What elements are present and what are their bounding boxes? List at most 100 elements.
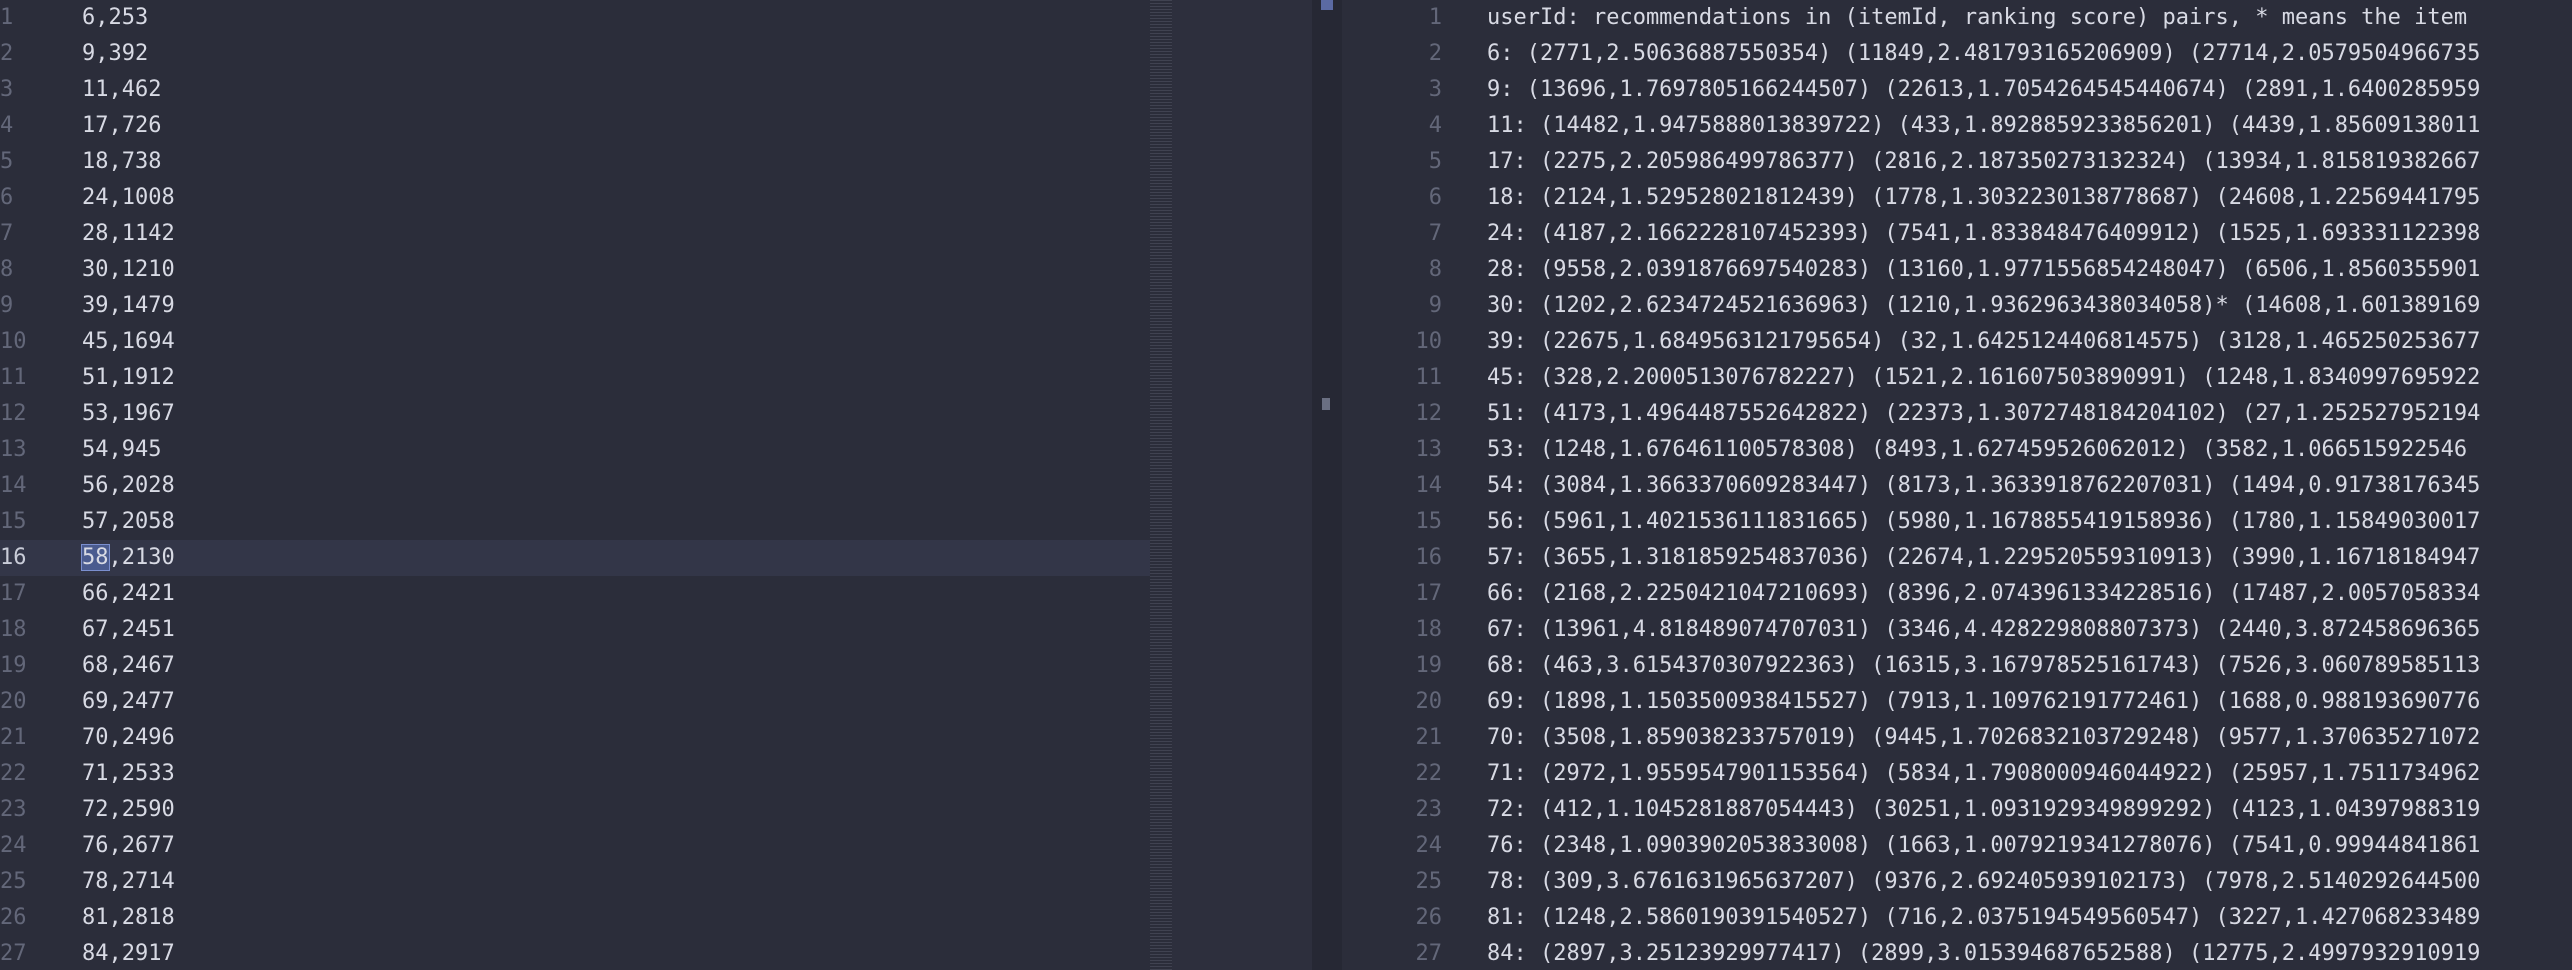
editor-line[interactable]: 27 84: (2897,3.25123929977417) (2899,3.01… xyxy=(1342,936,2572,970)
left-minimap-track[interactable] xyxy=(1172,0,1312,970)
editor-line[interactable]: 10 45,1694 xyxy=(0,324,1312,360)
line-text[interactable]: 84,2917 xyxy=(82,936,175,970)
line-text[interactable]: 78: (309,3.6761631965637207) (9376,2.692… xyxy=(1487,864,2480,900)
editor-line[interactable]: 15 56: (5961,1.4021536111831665) (5980,1.… xyxy=(1342,504,2572,540)
editor-line[interactable]: 2 6: (2771,2.50636887550354) (11849,2.481… xyxy=(1342,36,2572,72)
line-text[interactable]: 66,2421 xyxy=(82,576,175,612)
line-text[interactable]: 69,2477 xyxy=(82,684,175,720)
line-text[interactable]: 56,2028 xyxy=(82,468,175,504)
editor-line[interactable]: 5 17: (2275,2.205986499786377) (2816,2.18… xyxy=(1342,144,2572,180)
right-editor-lines[interactable]: 1 userId: recommendations in (itemId, ran… xyxy=(1342,0,2572,970)
editor-line[interactable]: 26 81,2818 xyxy=(0,900,1312,936)
line-text[interactable]: 69: (1898,1.1503500938415527) (7913,1.10… xyxy=(1487,684,2480,720)
editor-line[interactable]: 18 67: (13961,4.818489074707031) (3346,4.… xyxy=(1342,612,2572,648)
line-text[interactable]: 56: (5961,1.4021536111831665) (5980,1.16… xyxy=(1487,504,2480,540)
editor-line[interactable]: 23 72: (412,1.1045281887054443) (30251,1.… xyxy=(1342,792,2572,828)
line-text[interactable]: 78,2714 xyxy=(82,864,175,900)
editor-line[interactable]: 9 39,1479 xyxy=(0,288,1312,324)
line-text[interactable]: 76: (2348,1.0903902053833008) (1663,1.00… xyxy=(1487,828,2480,864)
line-text[interactable]: 17: (2275,2.205986499786377) (2816,2.187… xyxy=(1487,144,2480,180)
editor-line[interactable]: 25 78,2714 xyxy=(0,864,1312,900)
line-text[interactable]: 24: (4187,2.1662228107452393) (7541,1.83… xyxy=(1487,216,2480,252)
editor-line[interactable]: 24 76,2677 xyxy=(0,828,1312,864)
editor-line[interactable]: 4 11: (14482,1.9475888013839722) (433,1.8… xyxy=(1342,108,2572,144)
editor-line[interactable]: 13 53: (1248,1.676461100578308) (8493,1.6… xyxy=(1342,432,2572,468)
editor-line[interactable]: 24 76: (2348,1.0903902053833008) (1663,1.… xyxy=(1342,828,2572,864)
line-text[interactable]: 66: (2168,2.2250421047210693) (8396,2.07… xyxy=(1487,576,2480,612)
line-text[interactable]: 53: (1248,1.676461100578308) (8493,1.627… xyxy=(1487,432,2467,468)
line-text[interactable]: 39: (22675,1.6849563121795654) (32,1.642… xyxy=(1487,324,2480,360)
line-text[interactable]: 6: (2771,2.50636887550354) (11849,2.4817… xyxy=(1487,36,2480,72)
editor-line[interactable]: 21 70,2496 xyxy=(0,720,1312,756)
line-text[interactable]: 45: (328,2.2000513076782227) (1521,2.161… xyxy=(1487,360,2480,396)
line-text[interactable]: 6,253 xyxy=(82,0,148,36)
line-text[interactable]: 76,2677 xyxy=(82,828,175,864)
line-text[interactable]: 17,726 xyxy=(82,108,161,144)
editor-line[interactable]: 8 30,1210 xyxy=(0,252,1312,288)
line-text[interactable]: 51: (4173,1.4964487552642822) (22373,1.3… xyxy=(1487,396,2480,432)
pane-divider[interactable] xyxy=(1312,0,1342,970)
editor-line[interactable]: 22 71: (2972,1.9559547901153564) (5834,1.… xyxy=(1342,756,2572,792)
line-text[interactable]: 72: (412,1.1045281887054443) (30251,1.09… xyxy=(1487,792,2480,828)
right-editor-pane[interactable]: 1 userId: recommendations in (itemId, ran… xyxy=(1342,0,2572,970)
line-text[interactable]: 30: (1202,2.6234724521636963) (1210,1.93… xyxy=(1487,288,2480,324)
line-text[interactable]: 70: (3508,1.859038233757019) (9445,1.702… xyxy=(1487,720,2480,756)
line-text[interactable]: 67,2451 xyxy=(82,612,175,648)
editor-line[interactable]: 3 11,462 xyxy=(0,72,1312,108)
editor-line[interactable]: 14 54: (3084,1.3663370609283447) (8173,1.… xyxy=(1342,468,2572,504)
line-text[interactable]: 70,2496 xyxy=(82,720,175,756)
line-text[interactable]: 54: (3084,1.3663370609283447) (8173,1.36… xyxy=(1487,468,2480,504)
line-text[interactable]: 28: (9558,2.0391876697540283) (13160,1.9… xyxy=(1487,252,2480,288)
line-text[interactable]: 18,738 xyxy=(82,144,161,180)
scrollbar-thumb[interactable] xyxy=(1321,0,1333,10)
editor-line[interactable]: 7 28,1142 xyxy=(0,216,1312,252)
editor-line[interactable]: 11 51,1912 xyxy=(0,360,1312,396)
line-text[interactable]: 28,1142 xyxy=(82,216,175,252)
editor-line[interactable]: 18 67,2451 xyxy=(0,612,1312,648)
editor-line[interactable]: 6 24,1008 xyxy=(0,180,1312,216)
editor-line[interactable]: 1 userId: recommendations in (itemId, ran… xyxy=(1342,0,2572,36)
line-text[interactable]: 81,2818 xyxy=(82,900,175,936)
line-text[interactable]: 51,1912 xyxy=(82,360,175,396)
line-text[interactable]: 54,945 xyxy=(82,432,161,468)
line-text[interactable]: 39,1479 xyxy=(82,288,175,324)
editor-line[interactable]: 6 18: (2124,1.529528021812439) (1778,1.30… xyxy=(1342,180,2572,216)
line-text[interactable]: 45,1694 xyxy=(82,324,175,360)
editor-line[interactable]: 17 66,2421 xyxy=(0,576,1312,612)
editor-line[interactable]: 8 28: (9558,2.0391876697540283) (13160,1.… xyxy=(1342,252,2572,288)
editor-line[interactable]: 16 58,2130 xyxy=(0,540,1150,576)
editor-line[interactable]: 27 84,2917 xyxy=(0,936,1312,970)
line-text[interactable]: 57,2058 xyxy=(82,504,175,540)
editor-line[interactable]: 12 53,1967 xyxy=(0,396,1312,432)
editor-line[interactable]: 20 69,2477 xyxy=(0,684,1312,720)
editor-line[interactable]: 22 71,2533 xyxy=(0,756,1312,792)
line-text[interactable]: 72,2590 xyxy=(82,792,175,828)
editor-line[interactable]: 3 9: (13696,1.7697805166244507) (22613,1.… xyxy=(1342,72,2572,108)
editor-line[interactable]: 1 6,253 xyxy=(0,0,1312,36)
line-text[interactable]: 71: (2972,1.9559547901153564) (5834,1.79… xyxy=(1487,756,2480,792)
line-text[interactable]: 24,1008 xyxy=(82,180,175,216)
editor-line[interactable]: 13 54,945 xyxy=(0,432,1312,468)
editor-line[interactable]: 10 39: (22675,1.6849563121795654) (32,1.6… xyxy=(1342,324,2572,360)
editor-line[interactable]: 16 57: (3655,1.3181859254837036) (22674,1… xyxy=(1342,540,2572,576)
editor-line[interactable]: 7 24: (4187,2.1662228107452393) (7541,1.8… xyxy=(1342,216,2572,252)
line-text[interactable]: 57: (3655,1.3181859254837036) (22674,1.2… xyxy=(1487,540,2480,576)
editor-line[interactable]: 19 68: (463,3.6154370307922363) (16315,3.… xyxy=(1342,648,2572,684)
line-text[interactable]: 18: (2124,1.529528021812439) (1778,1.303… xyxy=(1487,180,2480,216)
line-text[interactable]: 81: (1248,2.5860190391540527) (716,2.037… xyxy=(1487,900,2480,936)
editor-line[interactable]: 23 72,2590 xyxy=(0,792,1312,828)
editor-line[interactable]: 17 66: (2168,2.2250421047210693) (8396,2.… xyxy=(1342,576,2572,612)
editor-line[interactable]: 25 78: (309,3.6761631965637207) (9376,2.6… xyxy=(1342,864,2572,900)
line-text[interactable]: 9: (13696,1.7697805166244507) (22613,1.7… xyxy=(1487,72,2480,108)
left-editor-pane[interactable]: 1 6,253 2 9,392 3 11,462 4 17,726 5 18,738 6 24,100… xyxy=(0,0,1312,970)
line-text[interactable]: 84: (2897,3.25123929977417) (2899,3.0153… xyxy=(1487,936,2480,970)
editor-line[interactable]: 12 51: (4173,1.4964487552642822) (22373,1… xyxy=(1342,396,2572,432)
editor-line[interactable]: 2 9,392 xyxy=(0,36,1312,72)
line-text[interactable]: 11: (14482,1.9475888013839722) (433,1.89… xyxy=(1487,108,2480,144)
line-text[interactable]: 71,2533 xyxy=(82,756,175,792)
line-text[interactable]: 68,2467 xyxy=(82,648,175,684)
left-minimap[interactable] xyxy=(1150,0,1172,970)
editor-line[interactable]: 26 81: (1248,2.5860190391540527) (716,2.0… xyxy=(1342,900,2572,936)
line-text[interactable]: 53,1967 xyxy=(82,396,175,432)
editor-line[interactable]: 11 45: (328,2.2000513076782227) (1521,2.1… xyxy=(1342,360,2572,396)
